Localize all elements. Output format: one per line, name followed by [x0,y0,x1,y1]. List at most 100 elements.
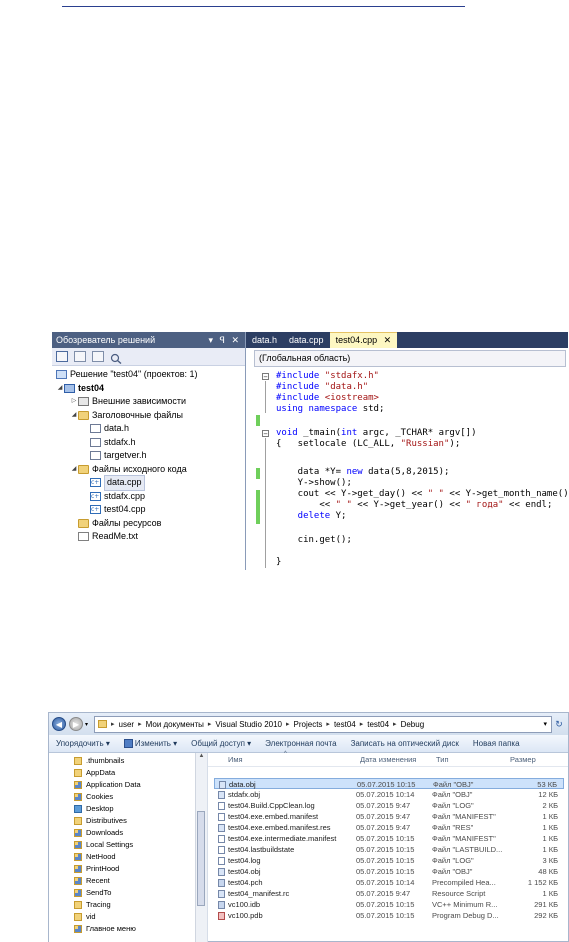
file-row[interactable]: test04.Build.CppClean.log 05.07.2015 9:47… [214,800,564,811]
tab-data-cpp[interactable]: data.cpp [283,332,330,348]
code-line-6: { setlocale (LC_ALL, "Russian"); [276,439,461,449]
expanded-arrow-icon[interactable]: ◢ [70,409,78,423]
file-row[interactable]: vc100.idb 05.07.2015 10:15 VC++ Minimum R.… [214,899,564,910]
tree-item-external-deps[interactable]: ▷ Внешние зависимости [52,395,245,409]
expanded-arrow-icon[interactable]: ◢ [70,463,78,477]
scope-dropdown[interactable]: (Глобальная область) [254,350,566,367]
refresh-icon[interactable] [92,351,104,362]
breadcrumb-separator-icon[interactable]: ▸ [326,717,330,732]
file-date: 05.07.2015 10:15 [356,856,415,865]
scroll-up-icon[interactable]: ▲ [196,753,207,759]
breadcrumb-test04-sub[interactable]: test04 [367,717,389,732]
breadcrumb-visual-studio[interactable]: Visual Studio 2010 [215,717,282,732]
refresh-icon[interactable]: ↻ [552,719,566,730]
show-all-files-icon[interactable] [74,351,86,362]
nav-item[interactable]: Recent [74,875,110,886]
nav-item[interactable]: Desktop [74,803,114,814]
tree-item-data-h[interactable]: data.h [52,422,245,436]
file-row[interactable]: test04.obj 05.07.2015 10:15 Файл "OBJ" 48 К… [214,866,564,877]
history-dropdown-icon[interactable]: ▾ [85,721,88,728]
column-header-name[interactable]: Имя [228,753,243,766]
collapse-icon[interactable]: − [262,373,269,381]
nav-item[interactable]: Local Settings [74,839,133,850]
file-row[interactable]: data.obj 05.07.2015 10:15 Файл "OBJ" 53 КБ [214,778,564,790]
breadcrumb-separator-icon[interactable]: ▸ [208,717,212,732]
code-line-3: #include <iostream> [276,393,379,403]
nav-item[interactable]: Tracing [74,899,111,910]
file-date: 05.07.2015 10:15 [356,834,415,843]
tree-item-data-cpp[interactable]: data.cpp [52,475,245,491]
file-name: vc100.pdb [228,911,263,920]
tree-item-targetver-h[interactable]: targetver.h [52,449,245,463]
tree-item-readme[interactable]: ReadMe.txt [52,530,245,544]
file-row[interactable]: test04.exe.intermediate.manifest 05.07.20… [214,833,564,844]
nav-item-label: Downloads [86,828,124,837]
file-row[interactable]: test04_manifest.rc 05.07.2015 9:47 Resourc… [214,888,564,899]
breadcrumb-separator-icon[interactable]: ▸ [286,717,290,732]
code-editor: data.h data.cpp test04.cpp ✕ (Глобальная… [246,332,569,570]
nav-item[interactable]: Application Data [74,779,141,790]
tree-item-test04-cpp[interactable]: test04.cpp [52,503,245,517]
address-bar[interactable]: ▸ user ▸ Мои документы ▸ Visual Studio 2… [94,715,552,733]
nav-item[interactable]: Distributives [74,815,127,826]
file-row[interactable]: test04.lastbuildstate 05.07.2015 10:15 Фай… [214,844,564,855]
tree-item-resource-files[interactable]: Файлы ресурсов [52,517,245,531]
file-row[interactable]: test04.exe.embed.manifest 05.07.2015 9:47… [214,811,564,822]
breadcrumb-separator-icon[interactable]: ▸ [111,717,115,732]
file-row[interactable]: test04.pch 05.07.2015 10:14 Precompiled He… [214,877,564,888]
forward-arrow-icon[interactable]: ▶ [69,717,83,731]
tab-test04-cpp[interactable]: test04.cpp ✕ [329,332,398,348]
file-row[interactable]: test04.log 05.07.2015 10:15 Файл "LOG" 3 КБ [214,855,564,866]
breadcrumb-separator-icon[interactable]: ▸ [138,717,142,732]
tree-item-solution[interactable]: Решение "test04" (проектов: 1) [52,368,245,382]
column-header-size[interactable]: Размер [510,753,536,766]
breadcrumb-my-documents[interactable]: Мои документы [146,717,204,732]
expanded-arrow-icon[interactable]: ◢ [56,382,64,396]
nav-item[interactable]: vid [74,911,96,922]
sort-arrow-icon: ^ [284,751,287,757]
burn-disc-button[interactable]: Записать на оптический диск [344,739,466,748]
organize-button[interactable]: Упорядочить ▾ [49,739,117,748]
properties-icon[interactable] [56,351,68,362]
breadcrumb-separator-icon[interactable]: ▸ [360,717,364,732]
share-button[interactable]: Общий доступ ▾ [184,739,258,748]
nav-item[interactable]: .thumbnails [74,755,124,766]
file-row[interactable]: stdafx.obj 05.07.2015 10:14 Файл "OBJ" 12 К… [214,789,564,800]
nav-item[interactable]: Cookies [74,791,113,802]
tree-item-stdafx-cpp[interactable]: stdafx.cpp [52,490,245,503]
nav-scrollbar[interactable]: ▲ [195,753,207,942]
tree-item-header-files[interactable]: ◢ Заголовочные файлы [52,409,245,423]
email-button[interactable]: Электронная почта [258,739,343,748]
new-folder-button[interactable]: Новая папка [466,739,527,748]
breadcrumb-debug[interactable]: Debug [401,717,425,732]
file-row[interactable]: vc100.pdb 05.07.2015 10:15 Program Debug D… [214,910,564,921]
collapse-icon[interactable]: − [262,430,269,438]
view-class-diagram-icon[interactable] [110,351,122,365]
back-arrow-icon[interactable]: ◀ [52,717,66,731]
tab-data-h[interactable]: data.h [246,332,283,348]
tree-item-source-files[interactable]: ◢ Файлы исходного кода [52,463,245,477]
nav-item[interactable]: Главное меню [74,923,136,934]
file-date: 05.07.2015 9:47 [356,823,411,832]
collapsed-arrow-icon[interactable]: ▷ [70,395,78,409]
file-type: Resource Script [432,889,486,898]
panel-controls[interactable]: ▾ ꟼ ✕ [209,332,242,348]
breadcrumb-separator-icon[interactable]: ▸ [393,717,397,732]
breadcrumb-projects[interactable]: Projects [294,717,323,732]
tree-item-stdafx-h[interactable]: stdafx.h [52,436,245,450]
scrollbar-thumb[interactable] [197,811,205,906]
nav-item[interactable]: PrintHood [74,863,119,874]
file-row[interactable]: test04.exe.embed.manifest.res 05.07.2015 … [214,822,564,833]
edit-button[interactable]: Изменить ▾ [117,739,184,749]
close-tab-icon[interactable]: ✕ [384,335,392,345]
column-header-type[interactable]: Тип [436,753,449,766]
column-header-date[interactable]: Дата изменения [360,753,416,766]
address-dropdown-icon[interactable]: ▾ [543,717,547,732]
nav-item[interactable]: SendTo [74,887,111,898]
breadcrumb-user[interactable]: user [119,717,135,732]
nav-item[interactable]: NetHood [74,851,116,862]
nav-item[interactable]: AppData [74,767,115,778]
nav-item[interactable]: Downloads [74,827,123,838]
tree-item-project[interactable]: ◢ test04 [52,382,245,396]
breadcrumb-test04[interactable]: test04 [334,717,356,732]
